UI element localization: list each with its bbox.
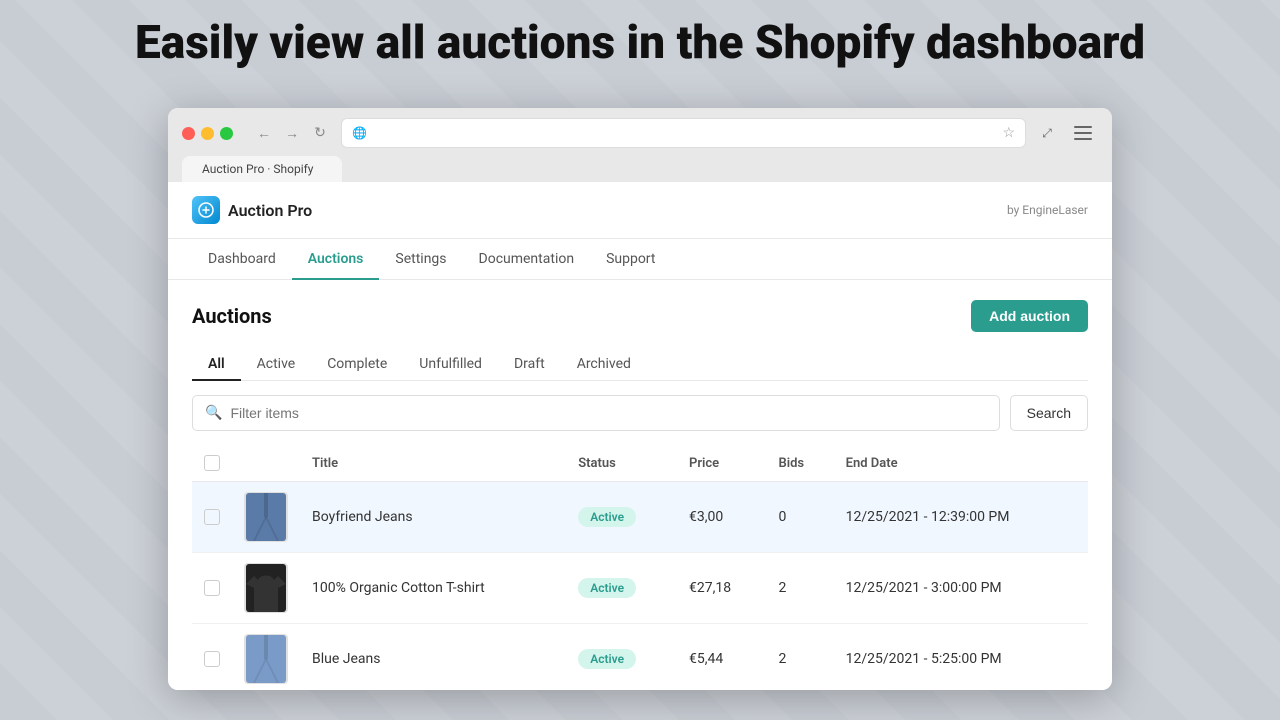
header-end-date: End Date <box>834 445 1088 482</box>
app-content: Auction Pro by EngineLaser Dashboard Auc… <box>168 182 1112 690</box>
search-icon: 🔍 <box>205 405 222 421</box>
search-bar: 🔍 Search <box>192 395 1088 431</box>
row-checkbox-cell <box>192 553 232 624</box>
row-status: Active <box>566 482 677 553</box>
app-nav: Dashboard Auctions Settings Documentatio… <box>168 239 1112 280</box>
filter-tabs: All Active Complete Unfulfilled Draft Ar… <box>192 348 1088 381</box>
menu-line <box>1074 132 1092 134</box>
row-bids: 0 <box>766 482 833 553</box>
row-status: Active <box>566 624 677 691</box>
row-checkbox[interactable] <box>204 509 220 525</box>
nav-dashboard[interactable]: Dashboard <box>192 239 292 279</box>
expand-button[interactable]: ⤢ <box>1036 122 1058 144</box>
menu-line <box>1074 138 1092 140</box>
filter-tab-active[interactable]: Active <box>241 348 312 380</box>
add-auction-button[interactable]: Add auction <box>971 300 1088 332</box>
browser-window: ← → ↻ 🌐 ☆ ⤢ Auction Pro · Shopify <box>168 108 1112 690</box>
maximize-button[interactable] <box>220 127 233 140</box>
row-checkbox-cell <box>192 624 232 691</box>
browser-tab-bar: Auction Pro · Shopify <box>182 156 1098 182</box>
back-button[interactable]: ← <box>253 122 275 144</box>
traffic-lights <box>182 127 233 140</box>
bookmark-icon: ☆ <box>1002 125 1015 141</box>
row-bids: 2 <box>766 553 833 624</box>
nav-auctions[interactable]: Auctions <box>292 239 380 279</box>
row-price: €27,18 <box>677 553 766 624</box>
nav-support[interactable]: Support <box>590 239 671 279</box>
by-label: by EngineLaser <box>1007 203 1088 217</box>
close-button[interactable] <box>182 127 195 140</box>
row-checkbox[interactable] <box>204 580 220 596</box>
page-content: Auctions Add auction All Active Complete… <box>168 280 1112 690</box>
page-header: Auctions Add auction <box>192 300 1088 332</box>
row-end-date: 12/25/2021 - 3:00:00 PM <box>834 553 1088 624</box>
filter-tab-complete[interactable]: Complete <box>311 348 403 380</box>
search-input[interactable] <box>230 405 986 421</box>
status-badge: Active <box>578 649 636 669</box>
status-badge: Active <box>578 578 636 598</box>
product-image <box>244 634 288 684</box>
row-title: 100% Organic Cotton T-shirt <box>300 553 566 624</box>
nav-settings[interactable]: Settings <box>379 239 462 279</box>
table-row: 100% Organic Cotton T-shirt Active €27,1… <box>192 553 1088 624</box>
row-checkbox[interactable] <box>204 651 220 667</box>
auction-table: Title Status Price Bids End Date Boyfrie… <box>192 445 1088 690</box>
browser-chrome: ← → ↻ 🌐 ☆ ⤢ Auction Pro · Shopify <box>168 108 1112 182</box>
header-image <box>232 445 300 482</box>
product-image <box>244 563 288 613</box>
page-headline: Easily view all auctions in the Shopify … <box>0 18 1280 69</box>
table-row: Boyfriend Jeans Active €3,00 0 12/25/202… <box>192 482 1088 553</box>
row-image-cell <box>232 553 300 624</box>
globe-icon: 🌐 <box>352 126 367 140</box>
header-bids: Bids <box>766 445 833 482</box>
product-image <box>244 492 288 542</box>
row-end-date: 12/25/2021 - 12:39:00 PM <box>834 482 1088 553</box>
row-price: €5,44 <box>677 624 766 691</box>
logo-icon <box>192 196 220 224</box>
address-bar[interactable]: 🌐 ☆ <box>341 118 1026 148</box>
filter-tab-archived[interactable]: Archived <box>561 348 647 380</box>
select-all-checkbox[interactable] <box>204 455 220 471</box>
row-price: €3,00 <box>677 482 766 553</box>
row-checkbox-cell <box>192 482 232 553</box>
row-status: Active <box>566 553 677 624</box>
browser-navigation: ← → ↻ <box>253 122 331 144</box>
menu-button[interactable] <box>1068 118 1098 148</box>
row-image-cell <box>232 482 300 553</box>
table-row: Blue Jeans Active €5,44 2 12/25/2021 - 5… <box>192 624 1088 691</box>
row-image-cell <box>232 624 300 691</box>
row-title: Boyfriend Jeans <box>300 482 566 553</box>
search-button[interactable]: Search <box>1010 395 1088 431</box>
page-title: Auctions <box>192 304 272 328</box>
header-status: Status <box>566 445 677 482</box>
filter-tab-draft[interactable]: Draft <box>498 348 561 380</box>
filter-tab-unfulfilled[interactable]: Unfulfilled <box>403 348 498 380</box>
browser-tab[interactable]: Auction Pro · Shopify <box>182 156 342 182</box>
app-header: Auction Pro by EngineLaser <box>168 182 1112 239</box>
row-bids: 2 <box>766 624 833 691</box>
header-title: Title <box>300 445 566 482</box>
search-input-wrapper: 🔍 <box>192 395 1000 431</box>
row-title: Blue Jeans <box>300 624 566 691</box>
header-price: Price <box>677 445 766 482</box>
menu-line <box>1074 126 1092 128</box>
reload-button[interactable]: ↻ <box>309 122 331 144</box>
app-logo: Auction Pro <box>192 196 312 224</box>
row-end-date: 12/25/2021 - 5:25:00 PM <box>834 624 1088 691</box>
app-name: Auction Pro <box>228 201 312 220</box>
forward-button[interactable]: → <box>281 122 303 144</box>
nav-documentation[interactable]: Documentation <box>463 239 591 279</box>
header-checkbox <box>192 445 232 482</box>
minimize-button[interactable] <box>201 127 214 140</box>
filter-tab-all[interactable]: All <box>192 348 241 380</box>
status-badge: Active <box>578 507 636 527</box>
